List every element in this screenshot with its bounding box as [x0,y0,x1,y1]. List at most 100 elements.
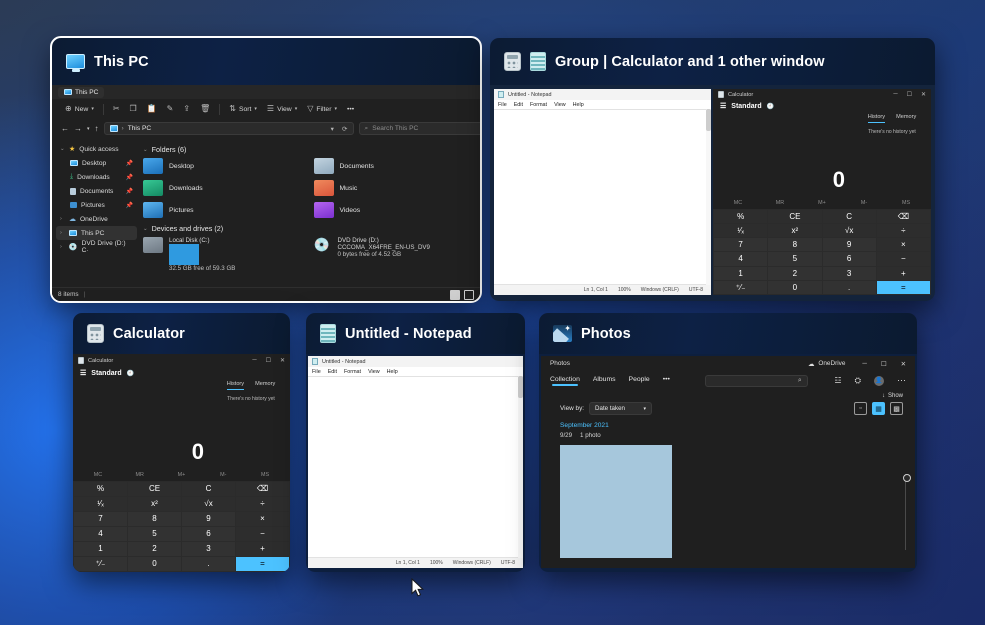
key-decimal[interactable]: . [823,281,876,294]
maximize-button[interactable]: ☐ [907,91,912,98]
close-button[interactable]: ✕ [901,360,906,368]
key-sign[interactable]: ⁺⁄₋ [74,557,127,571]
nav-item-onedrive[interactable]: › ☁ OneDrive [56,212,137,226]
memory-subtract-button[interactable]: M- [202,469,244,481]
key-6[interactable]: 6 [823,252,876,265]
tab-albums[interactable]: Albums [593,376,616,386]
onedrive-status[interactable]: ☁ OneDrive [808,360,845,368]
nav-item-downloads[interactable]: ⤓ Downloads 📌 [56,170,137,184]
memory-clear-button[interactable]: MC [717,197,759,209]
small-grid-icon[interactable]: ▫ [854,402,867,415]
key-c[interactable]: C [823,210,876,223]
key-square[interactable]: x² [128,497,181,511]
key-divide[interactable]: ÷ [236,497,289,511]
devices-group-header[interactable]: ⌄ Devices and drives (2) [143,224,474,233]
menu-format[interactable]: Format [344,369,361,375]
key-ce[interactable]: CE [768,210,821,223]
memory-store-button[interactable]: MS [244,469,286,481]
tile-header-notepad[interactable]: Untitled - Notepad [306,313,525,354]
new-button[interactable]: ⊕ New ▾ [60,103,99,115]
task-view-tile-this-pc[interactable]: This PC This PC ⊕ New ▾ ✂ ❐ 📋 ✎ [52,38,480,301]
maximize-button[interactable]: ☐ [266,357,271,364]
tile-preview-group[interactable]: Untitled - Notepad File Edit Format View… [490,85,935,301]
key-9[interactable]: 9 [182,512,235,526]
menu-edit[interactable]: Edit [514,102,523,108]
memory-clear-button[interactable]: MC [77,469,119,481]
search-input[interactable]: ⌕ Search This PC [359,122,480,135]
folder-item[interactable]: Pictures [143,202,304,218]
medium-grid-icon[interactable]: ▦ [872,402,885,415]
tab-history[interactable]: History [868,114,885,123]
key-plus[interactable]: + [236,542,289,556]
minimize-button[interactable]: ─ [893,91,897,98]
key-3[interactable]: 3 [182,542,235,556]
nav-item-dvd-drive[interactable]: › 💿 DVD Drive (D:) C· [56,240,137,254]
key-1[interactable]: 1 [714,267,767,280]
folders-group-header[interactable]: ⌄ Folders (6) [143,145,474,154]
key-0[interactable]: 0 [128,557,181,571]
memory-recall-button[interactable]: MR [759,197,801,209]
key-reciprocal[interactable]: ¹⁄ₓ [714,224,767,237]
select-icon[interactable]: ☳ [834,376,841,385]
forward-button[interactable]: → [74,124,82,133]
refresh-icon[interactable]: ⟳ [342,125,348,133]
maximize-button[interactable]: ☐ [881,360,887,368]
key-backspace[interactable]: ⌫ [236,482,289,496]
group-preview-notepad[interactable]: Untitled - Notepad File Edit Format View… [494,89,711,295]
tab-more[interactable]: ••• [663,376,670,386]
key-minus[interactable]: − [877,252,930,265]
photos-scrollbar[interactable] [905,474,906,550]
history-clock-icon[interactable]: 🕘 [767,103,774,110]
nav-item-pictures[interactable]: Pictures 📌 [56,198,137,212]
search-input[interactable]: ⌕ [705,375,808,387]
key-9[interactable]: 9 [823,238,876,251]
tile-preview-calculator[interactable]: Calculator ─ ☐ ✕ ☰ Standard 🕘 0 History [73,354,290,572]
rename-button[interactable]: ✎ [162,103,179,115]
menu-format[interactable]: Format [530,102,547,108]
key-4[interactable]: 4 [74,527,127,541]
minimize-button[interactable]: ─ [252,357,256,364]
tab-collection[interactable]: Collection [550,376,580,386]
recent-locations-button[interactable]: ▾ [87,126,90,132]
more-options-button[interactable]: ••• [342,104,359,115]
view-button[interactable]: ☰ View ▾ [262,103,302,115]
address-breadcrumb[interactable]: › This PC ▾⟳ [104,122,354,135]
hamburger-icon[interactable]: ☰ [720,102,726,110]
key-percent[interactable]: % [74,482,127,496]
notepad-text-area[interactable] [308,377,523,557]
history-clock-icon[interactable]: 🕘 [127,370,134,377]
key-4[interactable]: 4 [714,252,767,265]
task-view-tile-calculator[interactable]: Calculator Calculator ─ ☐ ✕ ☰ Standard 🕘… [73,313,290,572]
tab-people[interactable]: People [629,376,650,386]
key-percent[interactable]: % [714,210,767,223]
tile-preview-photos[interactable]: Photos ☁ OneDrive ─ ☐ ✕ Collection Album… [539,354,917,572]
menu-file[interactable]: File [498,102,507,108]
hamburger-icon[interactable]: ☰ [80,369,86,377]
file-explorer-tab[interactable]: This PC [58,87,104,98]
close-button[interactable]: ✕ [280,357,285,364]
memory-recall-button[interactable]: MR [119,469,161,481]
nav-item-desktop[interactable]: Desktop 📌 [56,156,137,170]
copy-button[interactable]: ❐ [125,103,142,115]
key-1[interactable]: 1 [74,542,127,556]
large-grid-icon[interactable]: ▩ [890,402,903,415]
key-divide[interactable]: ÷ [877,224,930,237]
key-reciprocal[interactable]: ¹⁄ₓ [74,497,127,511]
tile-header-this-pc[interactable]: This PC [52,38,480,85]
account-icon[interactable]: 👤 [874,376,884,386]
tile-preview-notepad[interactable]: Untitled - Notepad File Edit Format View… [306,354,525,572]
key-7[interactable]: 7 [714,238,767,251]
task-view-tile-photos[interactable]: Photos Photos ☁ OneDrive ─ ☐ ✕ Collectio… [539,313,917,572]
tile-header-group[interactable]: Group | Calculator and 1 other window [490,38,935,85]
key-c[interactable]: C [182,482,235,496]
folder-item[interactable]: Videos [314,202,475,218]
filter-button[interactable]: ▽ Filter ▾ [302,103,342,115]
minimize-button[interactable]: ─ [862,360,867,368]
tile-header-photos[interactable]: Photos [539,313,917,354]
photos-show-control[interactable]: ↓ Show [541,390,915,399]
folder-item[interactable]: Music [314,180,475,196]
memory-subtract-button[interactable]: M- [843,197,885,209]
menu-help[interactable]: Help [573,102,584,108]
notepad-text-area[interactable] [494,110,711,284]
folder-item[interactable]: Downloads [143,180,304,196]
